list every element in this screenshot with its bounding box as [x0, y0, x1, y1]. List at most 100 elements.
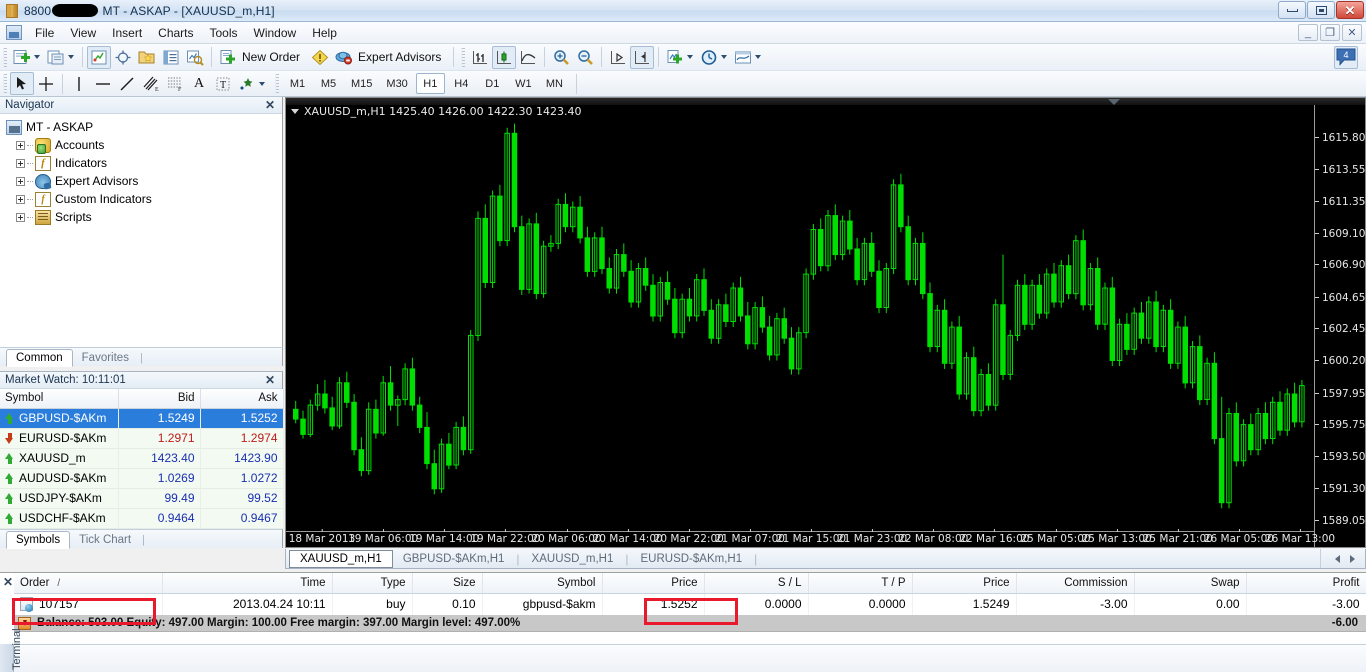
text-label-icon[interactable]: T [211, 72, 235, 95]
sidebar-item-accounts[interactable]: Accounts [6, 136, 282, 154]
text-icon[interactable]: A [187, 72, 211, 95]
crosshair-icon[interactable] [34, 72, 58, 95]
column-header-tp[interactable]: T / P [808, 573, 913, 594]
chart-menu-chevron-icon[interactable] [291, 109, 299, 114]
shapes-icon[interactable] [235, 72, 259, 95]
indicators-dropdown-icon[interactable] [687, 55, 694, 59]
periods-icon[interactable] [697, 46, 721, 69]
trendline-icon[interactable] [115, 72, 139, 95]
chart-window[interactable]: XAUUSD_m,H1 1425.40 1426.00 1422.30 1423… [285, 97, 1366, 548]
window-maximize-button[interactable] [1307, 1, 1335, 19]
templates-dropdown-icon[interactable] [755, 55, 762, 59]
toolbar-grip[interactable] [461, 47, 466, 67]
window-close-button[interactable]: ✕ [1336, 1, 1364, 19]
tab-tick-chart[interactable]: Tick Chart [70, 532, 140, 548]
strategy-tester-icon[interactable] [183, 46, 207, 69]
expand-icon[interactable] [16, 212, 25, 222]
column-header-type[interactable]: Type [332, 573, 413, 594]
chart-tab-xauusd-active[interactable]: XAUUSD_m,H1 [289, 549, 393, 568]
column-header-time[interactable]: Time [162, 573, 333, 594]
column-header-price-current[interactable]: Price [912, 573, 1017, 594]
table-row[interactable]: GBPUSD-$AKm 1.5249 1.5252 [0, 408, 284, 429]
candlestick-chart-icon[interactable] [492, 45, 517, 69]
navigator-close-icon[interactable]: ✕ [262, 99, 278, 111]
column-header-order[interactable]: Order / [14, 573, 163, 594]
period-m15[interactable]: M15 [345, 73, 378, 94]
equidistant-channel-icon[interactable]: E [139, 72, 163, 95]
sidebar-item-custom-indicators[interactable]: f Custom Indicators [6, 190, 282, 208]
period-h4[interactable]: H4 [447, 73, 476, 94]
column-header-size[interactable]: Size [412, 573, 483, 594]
fibonacci-retracement-icon[interactable]: F [163, 72, 187, 95]
cursor-icon[interactable] [10, 72, 34, 95]
new-chart-dropdown-icon[interactable] [34, 55, 40, 59]
sidebar-item-expert-advisors[interactable]: Expert Advisors [6, 172, 282, 190]
chart-tab-xauusd-2[interactable]: XAUUSD_m,H1 [522, 551, 624, 567]
expand-icon[interactable] [16, 140, 25, 150]
profiles-dropdown-icon[interactable] [68, 55, 74, 59]
vertical-line-icon[interactable] [67, 72, 91, 95]
alert-icon[interactable] [308, 46, 332, 69]
new-order-icon[interactable] [216, 46, 240, 69]
chart-tab-eurusd[interactable]: EURUSD-$AKm,H1 [630, 551, 752, 567]
horizontal-line-icon[interactable] [91, 72, 115, 95]
sidebar-item-indicators[interactable]: f Indicators [6, 154, 282, 172]
zoom-out-icon[interactable] [573, 46, 597, 69]
messages-badge-button[interactable]: 4 [1334, 45, 1358, 69]
mdi-restore-button[interactable]: ❐ [1320, 24, 1340, 41]
period-w1[interactable]: W1 [509, 73, 538, 94]
menu-insert[interactable]: Insert [104, 23, 150, 43]
tab-favorites[interactable]: Favorites [73, 350, 138, 366]
table-row[interactable]: XAUUSD_m 1423.40 1423.90 [0, 448, 284, 469]
column-header-ask[interactable]: Ask [200, 389, 284, 409]
period-m1[interactable]: M1 [283, 73, 312, 94]
table-row[interactable]: 107157 2013.04.24 10:11 buy 0.10 gbpusd-… [14, 593, 1366, 616]
new-chart-icon[interactable] [10, 46, 34, 69]
table-row[interactable]: EURUSD-$AKm 1.2971 1.2974 [0, 428, 284, 449]
templates-icon[interactable] [731, 46, 755, 69]
period-m30[interactable]: M30 [380, 73, 413, 94]
expand-icon[interactable] [16, 176, 25, 186]
period-h1[interactable]: H1 [415, 73, 445, 94]
terminal-vertical-tab[interactable]: Terminal [0, 628, 23, 672]
toolbar-grip[interactable] [275, 74, 279, 93]
window-minimize-button[interactable] [1278, 1, 1306, 19]
table-row[interactable]: AUDUSD-$AKm 1.0269 1.0272 [0, 468, 284, 489]
expert-advisors-icon[interactable] [332, 46, 356, 69]
sidebar-item-scripts[interactable]: Scripts [6, 208, 282, 226]
column-header-commission[interactable]: Commission [1016, 573, 1135, 594]
market-watch-icon[interactable] [87, 45, 111, 69]
menu-tools[interactable]: Tools [202, 23, 246, 43]
period-mn[interactable]: MN [540, 73, 569, 94]
profiles-icon[interactable] [44, 46, 68, 69]
data-window-icon[interactable] [111, 46, 135, 69]
menu-charts[interactable]: Charts [150, 23, 201, 43]
mdi-close-button[interactable]: ✕ [1342, 24, 1362, 41]
period-m5[interactable]: M5 [314, 73, 343, 94]
menu-window[interactable]: Window [246, 23, 305, 43]
market-watch-close-icon[interactable]: ✕ [262, 374, 278, 386]
expand-icon[interactable] [16, 194, 25, 204]
column-header-symbol[interactable]: Symbol [0, 389, 119, 409]
chevron-down-icon[interactable] [1108, 99, 1120, 105]
periods-dropdown-icon[interactable] [721, 55, 728, 59]
auto-scroll-icon[interactable] [606, 46, 630, 69]
navigator-root-item[interactable]: MT - ASKAP [6, 118, 282, 136]
column-header-bid[interactable]: Bid [118, 389, 201, 409]
bar-chart-icon[interactable] [468, 46, 492, 69]
chart-plot-area[interactable] [287, 118, 1314, 525]
scroll-right-icon[interactable] [1350, 554, 1355, 563]
mdi-minimize-button[interactable]: _ [1298, 24, 1318, 41]
new-order-button[interactable]: New Order [240, 50, 308, 64]
indicators-icon[interactable] [663, 46, 687, 69]
column-header-symbol[interactable]: Symbol [482, 573, 603, 594]
menu-view[interactable]: View [62, 23, 104, 43]
column-header-price-open[interactable]: Price [602, 573, 705, 594]
line-chart-icon[interactable] [516, 46, 540, 69]
terminal-close-icon[interactable]: ✕ [3, 575, 13, 589]
navigator-icon[interactable] [135, 46, 159, 69]
expert-advisors-button[interactable]: Expert Advisors [356, 50, 449, 64]
tab-common[interactable]: Common [6, 349, 73, 367]
table-row[interactable]: USDJPY-$AKm 99.49 99.52 [0, 488, 284, 509]
terminal-icon[interactable] [159, 46, 183, 69]
